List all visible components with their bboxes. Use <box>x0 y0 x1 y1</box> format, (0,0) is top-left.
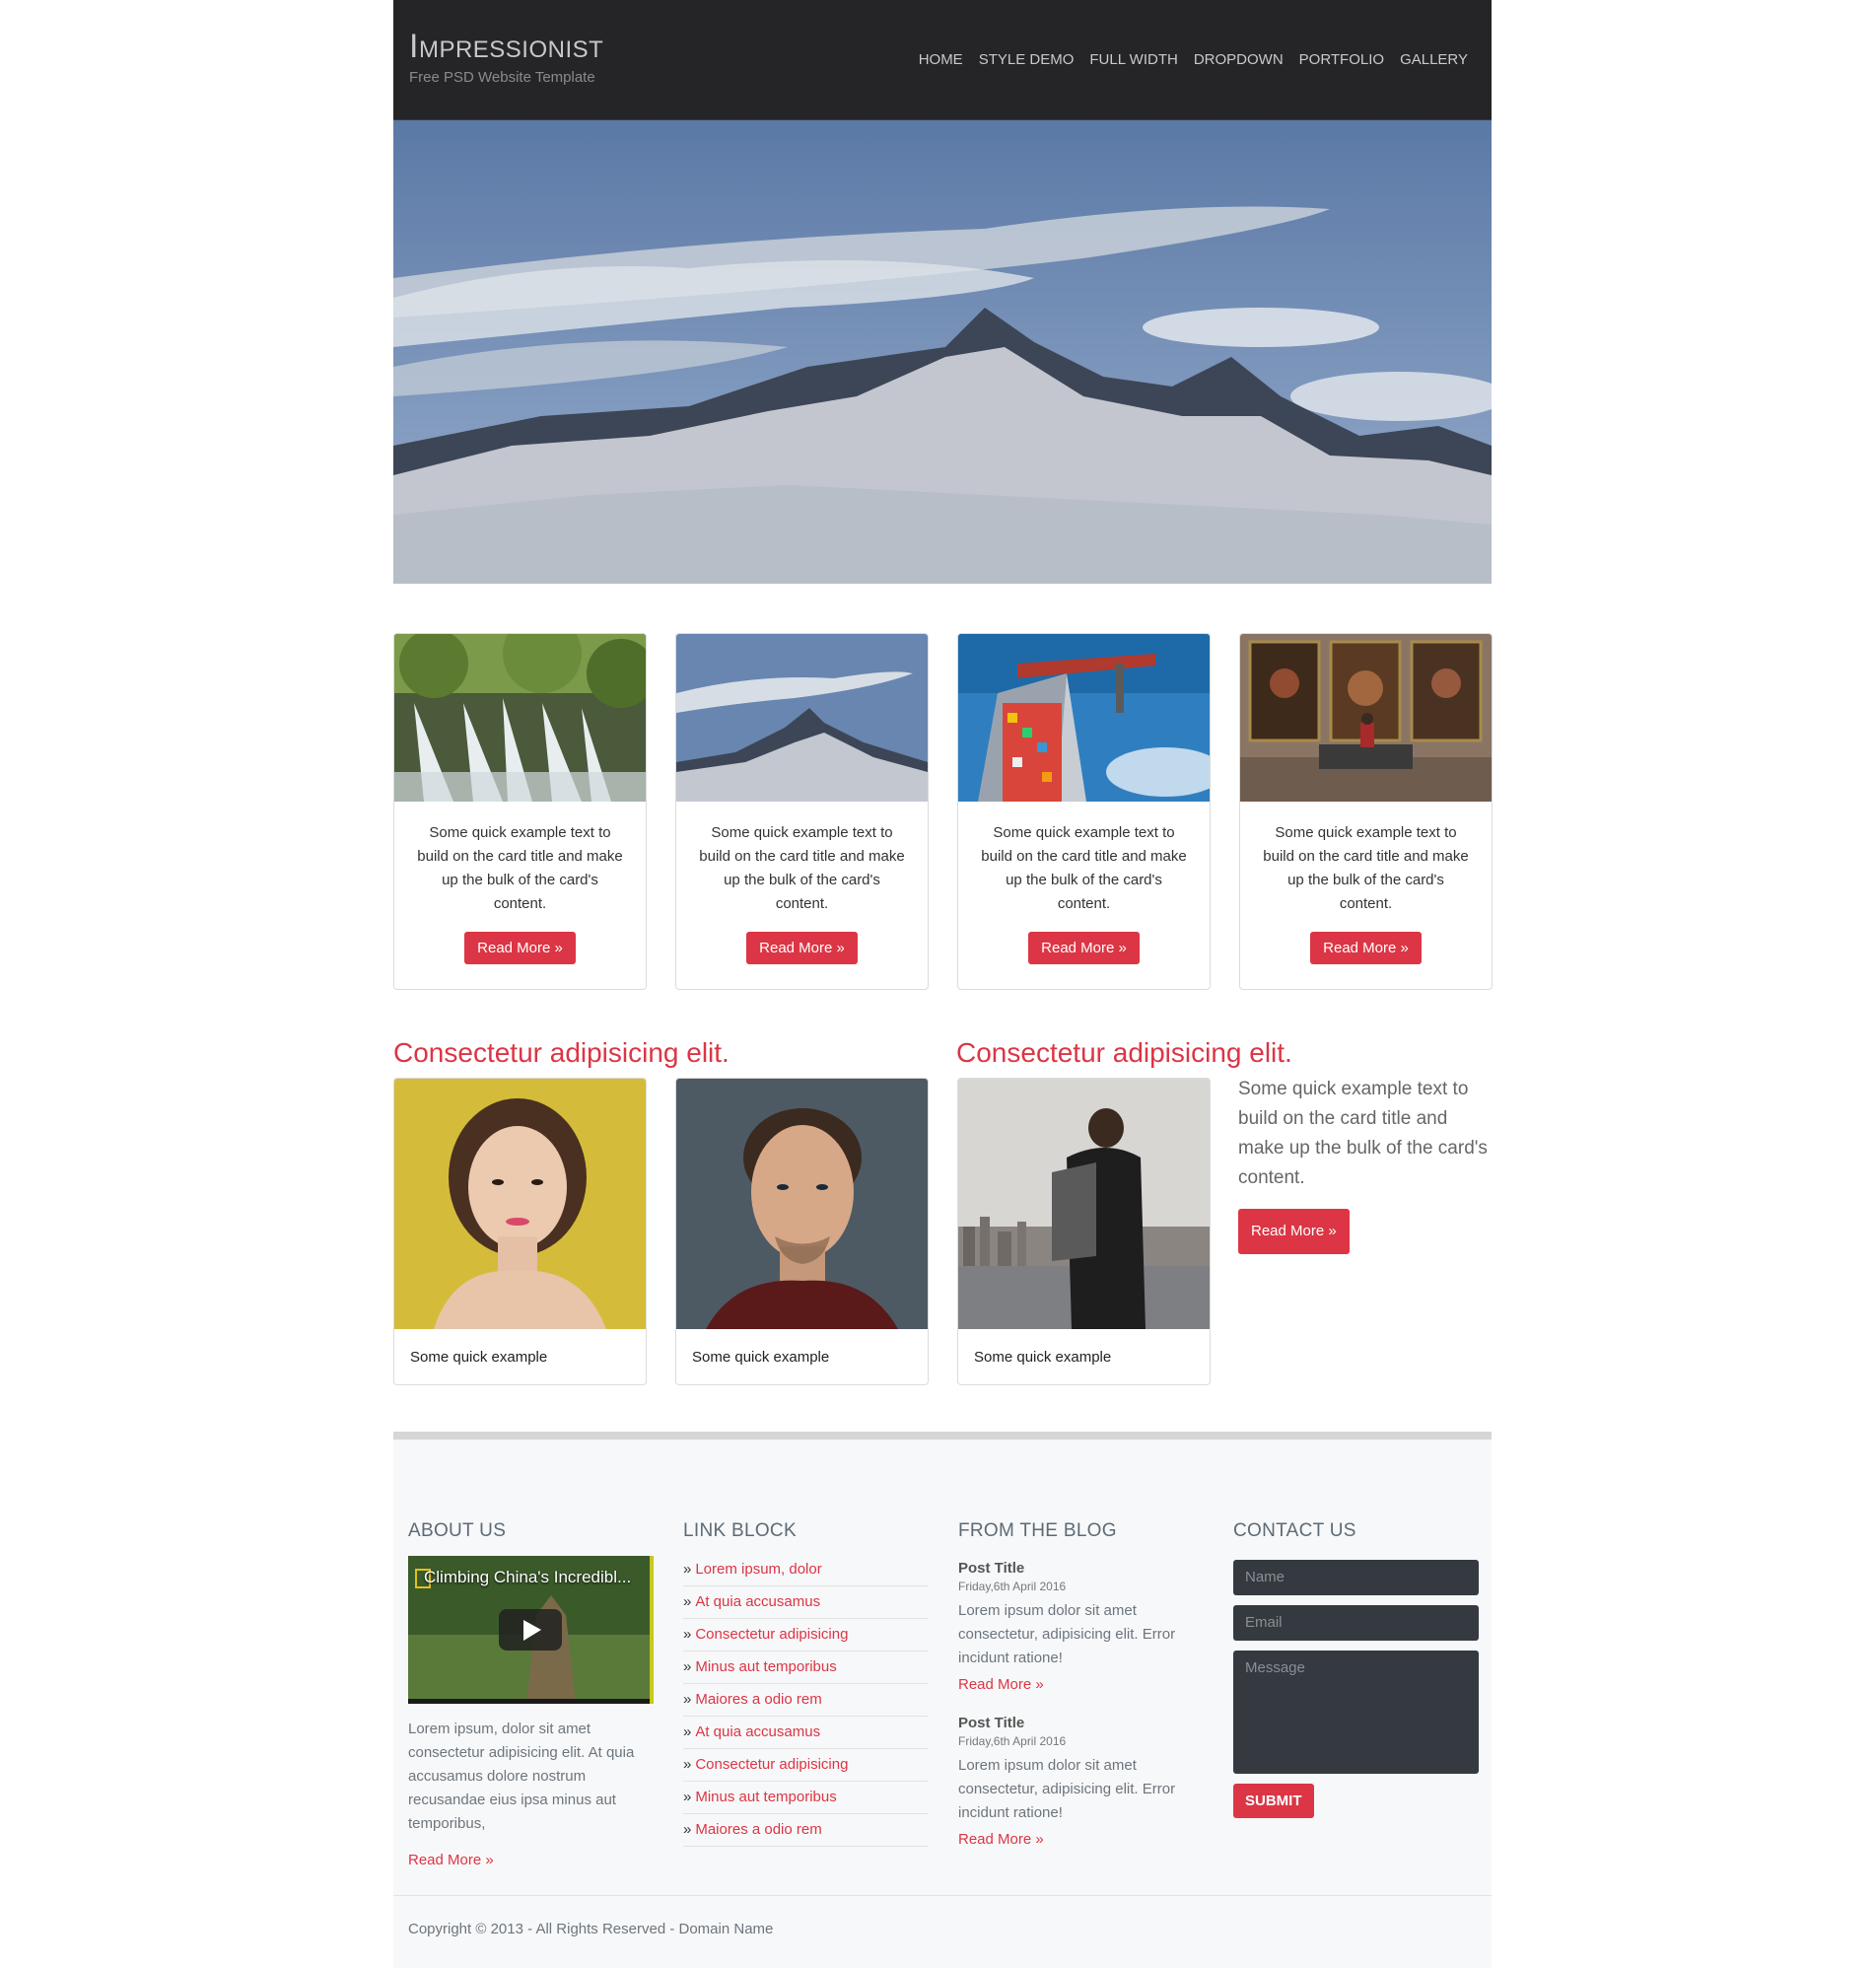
gallery-image <box>1240 634 1492 802</box>
read-more-button[interactable]: Read More » <box>1028 932 1140 964</box>
hero-image <box>393 120 1492 584</box>
post-title[interactable]: Post Title <box>958 1715 1204 1731</box>
read-more-button[interactable]: Read More » <box>746 932 858 964</box>
email-input[interactable]: Email <box>1233 1605 1479 1641</box>
page-container: Impressionist Free PSD Website Template … <box>393 0 1493 1968</box>
footer-heading: LINK BLOCK <box>683 1520 797 1541</box>
post-excerpt: Lorem ipsum dolor sit amet consectetur, … <box>958 1757 1176 1821</box>
nav-dropdown[interactable]: DROPDOWN <box>1194 51 1284 68</box>
man-portrait-image <box>676 1079 928 1329</box>
cards-row: Some quick example text to build on the … <box>393 633 1493 990</box>
read-more-button[interactable]: Read More » <box>1238 1209 1350 1254</box>
link-item[interactable]: » Minus aut temporibus <box>683 1652 929 1684</box>
message-textarea[interactable]: Message <box>1233 1651 1479 1774</box>
footer-about: ABOUT US Climbing China's Incredibl... L… <box>408 1520 654 1868</box>
post-date: Friday,6th April 2016 <box>958 1734 1067 1748</box>
link-list: » Lorem ipsum, dolor » At quia accusamus »… <box>683 1554 929 1847</box>
building-image <box>958 634 1210 802</box>
footer-links: LINK BLOCK » Lorem ipsum, dolor » At quia … <box>683 1520 929 1847</box>
site-title: Impressionist <box>409 28 604 65</box>
card: Some quick example text to build on the … <box>1239 633 1493 990</box>
card-text: Some quick example text to build on the … <box>981 824 1187 912</box>
card-text: Some quick example text to build on the … <box>699 824 905 912</box>
woman-portrait-image <box>394 1079 646 1329</box>
brand[interactable]: Impressionist Free PSD Website Template <box>409 30 603 86</box>
about-text: Lorem ipsum, dolor sit amet consectetur … <box>408 1721 635 1832</box>
nav-portfolio[interactable]: PORTFOLIO <box>1299 51 1384 68</box>
card: Some quick example text to build on the … <box>675 633 929 990</box>
footer-blog: FROM THE BLOG Post Title Friday,6th Apri… <box>958 1520 1204 1848</box>
hiker-image <box>958 1079 1210 1329</box>
mountain-thumb-image <box>676 634 928 802</box>
link-item[interactable]: » Consectetur adipisicing <box>683 1749 929 1782</box>
link-item[interactable]: » Lorem ipsum, dolor <box>683 1554 929 1586</box>
card-text: Some quick example text to build on the … <box>1263 824 1469 912</box>
footer-contact: CONTACT US Name Email Message SUBMIT <box>1233 1520 1479 1818</box>
name-input[interactable]: Name <box>1233 1560 1479 1595</box>
video-title: Climbing China's Incredibl... <box>424 1568 632 1586</box>
read-more-button[interactable]: Read More » <box>464 932 576 964</box>
nav-home[interactable]: HOME <box>919 51 963 68</box>
site-subtitle: Free PSD Website Template <box>409 69 595 86</box>
submit-button[interactable]: SUBMIT <box>1233 1784 1314 1818</box>
footer-heading: FROM THE BLOG <box>958 1520 1117 1541</box>
about-read-more-link[interactable]: Read More » <box>408 1852 654 1868</box>
side-text-body: Some quick example text to build on the … <box>1238 1079 1488 1188</box>
blog-post: Post Title Friday,6th April 2016 Lorem i… <box>958 1560 1204 1693</box>
card-text: Some quick example text to build on the … <box>417 824 623 912</box>
link-item[interactable]: » Consectetur adipisicing <box>683 1619 929 1652</box>
post-date: Friday,6th April 2016 <box>958 1580 1067 1593</box>
site-footer: ABOUT US Climbing China's Incredibl... L… <box>393 1432 1492 1968</box>
blog-post: Post Title Friday,6th April 2016 Lorem i… <box>958 1715 1204 1848</box>
link-item[interactable]: » Minus aut temporibus <box>683 1782 929 1814</box>
video-embed[interactable]: Climbing China's Incredibl... <box>408 1556 654 1704</box>
waterfall-image <box>394 634 646 802</box>
site-header: Impressionist Free PSD Website Template … <box>393 0 1492 120</box>
post-title[interactable]: Post Title <box>958 1560 1204 1577</box>
read-more-button[interactable]: Read More » <box>1310 932 1422 964</box>
footer-divider <box>393 1895 1492 1896</box>
section-heading-left: Consectetur adipisicing elit. <box>393 1037 730 1068</box>
footer-heading: CONTACT US <box>1233 1520 1356 1541</box>
link-item[interactable]: » At quia accusamus <box>683 1717 929 1749</box>
card-caption: Some quick example <box>410 1349 548 1366</box>
card-caption: Some quick example <box>692 1349 830 1366</box>
portrait-card: Some quick example <box>393 1078 647 1385</box>
post-excerpt: Lorem ipsum dolor sit amet consectetur, … <box>958 1602 1176 1666</box>
nav-style-demo[interactable]: STYLE DEMO <box>979 51 1075 68</box>
link-item[interactable]: » Maiores a odio rem <box>683 1684 929 1717</box>
footer-heading: ABOUT US <box>408 1520 507 1541</box>
portrait-card: Some quick example <box>675 1078 929 1385</box>
nav-gallery[interactable]: GALLERY <box>1400 51 1468 68</box>
card: Some quick example text to build on the … <box>957 633 1211 990</box>
portrait-card: Some quick example <box>957 1078 1211 1385</box>
side-text: Some quick example text to build on the … <box>1238 1075 1494 1254</box>
section-heading-right: Consectetur adipisicing elit. <box>956 1037 1292 1068</box>
nav-full-width[interactable]: FULL WIDTH <box>1089 51 1177 68</box>
copyright: Copyright © 2013 - All Rights Reserved -… <box>408 1921 774 1937</box>
link-item[interactable]: » At quia accusamus <box>683 1586 929 1619</box>
post-read-more-link[interactable]: Read More » <box>958 1676 1204 1693</box>
mountain-image <box>393 120 1492 584</box>
main-nav: HOME STYLE DEMO FULL WIDTH DROPDOWN PORT… <box>919 51 1468 68</box>
post-read-more-link[interactable]: Read More » <box>958 1831 1204 1848</box>
link-item[interactable]: » Maiores a odio rem <box>683 1814 929 1847</box>
card: Some quick example text to build on the … <box>393 633 647 990</box>
card-caption: Some quick example <box>974 1349 1112 1366</box>
